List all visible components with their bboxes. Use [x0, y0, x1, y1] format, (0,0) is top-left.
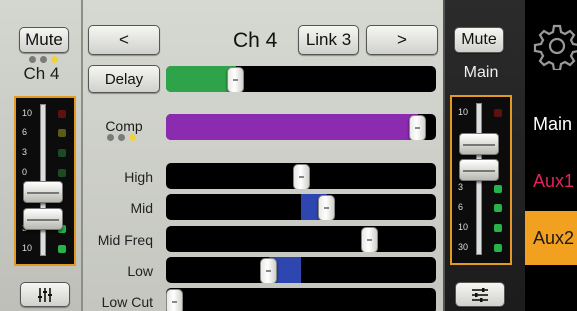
meter-led	[58, 110, 66, 118]
status-dot	[118, 134, 125, 141]
low-eq-slider[interactable]	[166, 257, 436, 283]
main-fader-handle-shadow	[459, 159, 499, 181]
next-channel-button[interactable]: >	[366, 25, 438, 55]
status-dot	[107, 134, 114, 141]
scale-label: 30	[458, 242, 469, 252]
channel-settings-button[interactable]	[20, 282, 70, 307]
meter-led	[494, 244, 502, 252]
low-label: Low	[127, 263, 153, 279]
settings-gear-button[interactable]	[533, 22, 577, 72]
lowcut-slider-knob[interactable]	[166, 289, 183, 311]
channel-fader-handle-shadow	[23, 208, 63, 230]
delay-slider[interactable]	[166, 66, 436, 92]
main-mute-button[interactable]: Mute	[454, 27, 504, 53]
meter-led	[494, 109, 502, 117]
mix-navigation: Main Aux1 Aux2	[525, 0, 577, 311]
nav-item-label: Aux2	[533, 227, 575, 248]
sliders-vertical-icon	[38, 287, 52, 302]
mute-label: Mute	[461, 31, 497, 48]
delay-button[interactable]: Delay	[88, 65, 160, 93]
meter-led	[494, 224, 502, 232]
scale-label: 3	[458, 182, 464, 192]
nav-item-label: Main	[533, 113, 573, 134]
status-dot	[129, 134, 136, 141]
mid-label: Mid	[130, 200, 153, 216]
mute-label: Mute	[25, 30, 63, 49]
comp-fill	[166, 114, 418, 140]
scale-label: 10	[458, 107, 469, 117]
delay-slider-knob[interactable]	[227, 67, 244, 92]
nav-item-label: Aux1	[533, 170, 575, 191]
mid-eq-slider[interactable]	[166, 194, 436, 220]
high-slider-knob[interactable]	[293, 164, 310, 189]
main-settings-button[interactable]	[455, 282, 505, 307]
delay-label: Delay	[104, 70, 144, 88]
comp-slider[interactable]	[166, 114, 436, 140]
main-name: Main	[463, 64, 499, 81]
scale-label: 6	[458, 202, 464, 212]
channel-strip: Mute Ch 4 10 6 3 0 3 10 30	[0, 0, 83, 311]
main-fader-handle[interactable]	[459, 133, 499, 155]
delay-fill	[166, 66, 236, 92]
prev-channel-button[interactable]: <	[88, 25, 160, 55]
meter-led	[494, 204, 502, 212]
main-meter[interactable]: 10 3 6 10 30	[450, 95, 512, 265]
main-strip: Mute Main 10 3 6 10 30	[443, 0, 525, 311]
nav-item-aux1[interactable]: Aux1	[525, 155, 577, 207]
midfreq-label: Mid Freq	[97, 232, 153, 248]
scale-label: 0	[22, 167, 28, 177]
nav-item-aux2[interactable]: Aux2	[525, 211, 577, 265]
mid-freq-slider[interactable]	[166, 226, 436, 252]
channel-title: Ch 4	[233, 29, 278, 52]
gear-icon	[533, 24, 577, 72]
nav-item-main[interactable]: Main	[525, 98, 577, 150]
channel-meter[interactable]: 10 6 3 0 3 10 30	[14, 96, 76, 266]
scale-label: 10	[458, 222, 469, 232]
low-cut-slider[interactable]	[166, 288, 436, 311]
scale-label: 6	[22, 127, 28, 137]
scale-label: 10	[22, 108, 33, 118]
scale-label: 3	[22, 147, 28, 157]
fader-track	[40, 104, 46, 256]
prev-label: <	[119, 30, 129, 49]
meter-led	[58, 149, 66, 157]
midfreq-slider-knob[interactable]	[361, 227, 378, 252]
high-eq-slider[interactable]	[166, 163, 436, 189]
channel-fader-handle[interactable]	[23, 181, 63, 203]
status-dot	[51, 56, 58, 63]
status-dot	[29, 56, 36, 63]
next-label: >	[397, 30, 407, 49]
comp-label: Comp	[105, 118, 143, 134]
lowcut-label: Low Cut	[101, 294, 153, 310]
scale-label: 10	[22, 243, 33, 253]
high-label: High	[124, 169, 153, 185]
channel-status-dots	[29, 56, 58, 63]
status-dot	[40, 56, 47, 63]
meter-led	[58, 169, 66, 177]
link-label: Link 3	[305, 30, 352, 49]
meter-led	[58, 245, 66, 253]
comp-status-dots	[107, 134, 136, 141]
sliders-horizontal-icon	[472, 287, 488, 302]
meter-led	[58, 129, 66, 137]
channel-mute-button[interactable]: Mute	[19, 27, 69, 53]
channel-name: Ch 4	[23, 64, 60, 83]
channel-editor: < Ch 4 Link 3 > Delay Comp High Mid Mid …	[83, 0, 443, 311]
low-slider-knob[interactable]	[260, 258, 277, 283]
meter-led	[494, 185, 502, 193]
link-button[interactable]: Link 3	[298, 25, 359, 55]
mid-slider-knob[interactable]	[318, 195, 335, 220]
comp-slider-knob[interactable]	[409, 115, 426, 140]
